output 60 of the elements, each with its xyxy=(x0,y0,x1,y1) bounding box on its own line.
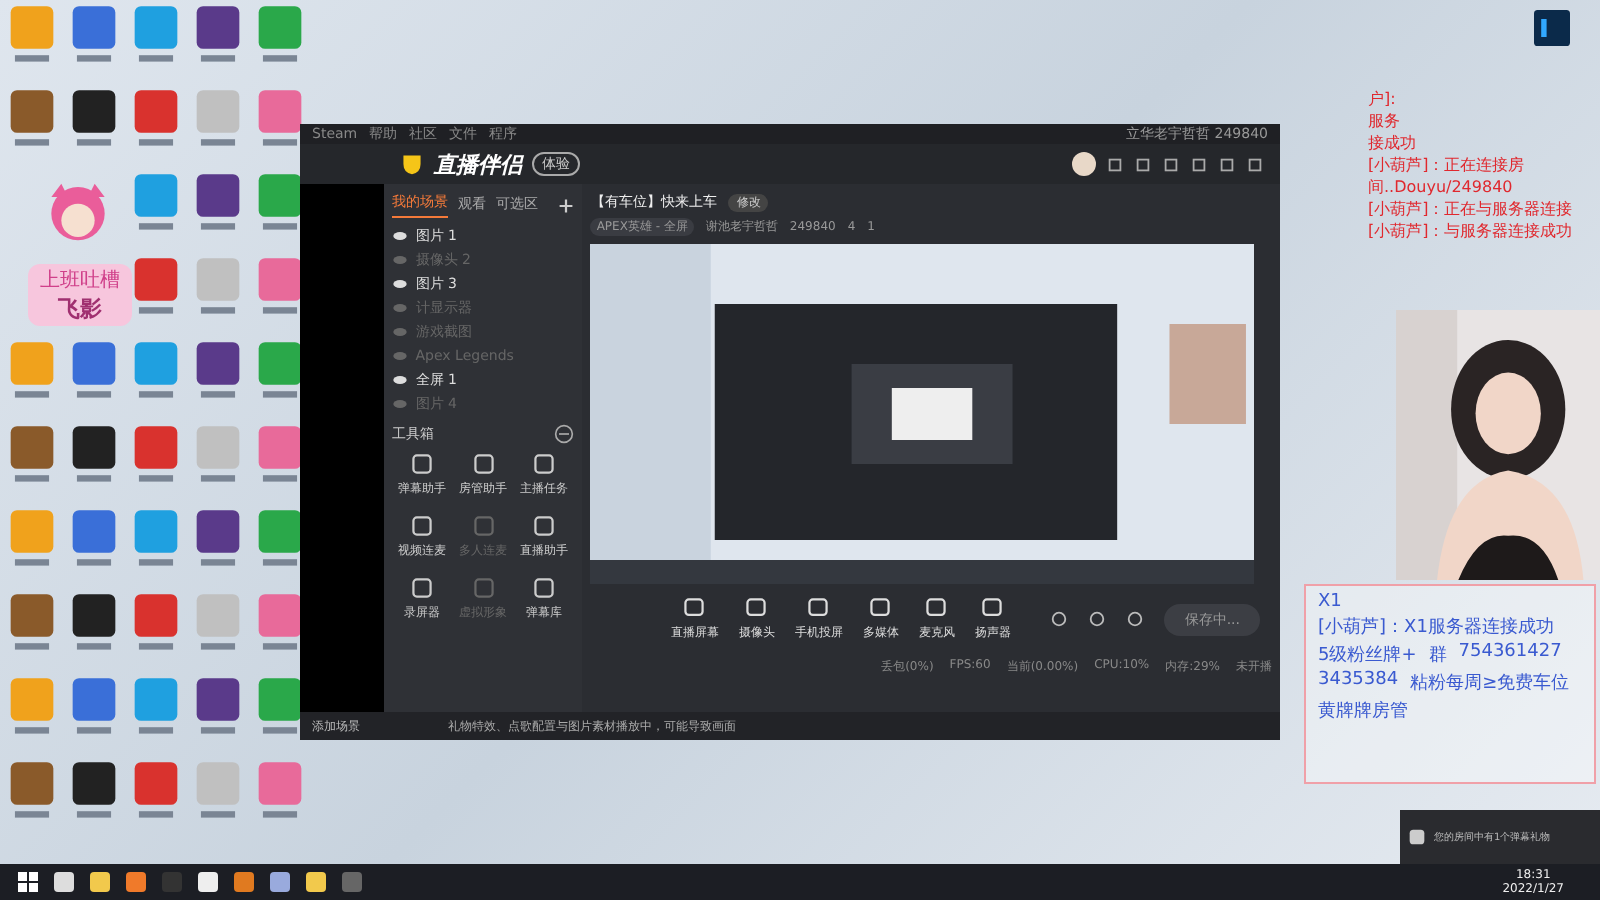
collapse-icon[interactable] xyxy=(554,424,575,444)
promo-text: X1 xyxy=(1318,592,1342,612)
chat-message: [小葫芦]：正在连接房间..Douyu/249840 xyxy=(1368,154,1527,198)
desktop-app-icon[interactable] xyxy=(192,508,244,572)
chat-message: [小葫芦]：正在与服务器连接 xyxy=(1368,198,1575,220)
screen-icon xyxy=(980,596,1005,620)
promo-text: 754361427 xyxy=(1458,642,1562,666)
tool-icon xyxy=(410,452,435,476)
shield-logo-icon xyxy=(400,152,424,176)
desktop-app-icon[interactable] xyxy=(254,340,306,404)
chat-message: 服务 xyxy=(1368,110,1402,132)
screen-icon xyxy=(868,596,893,620)
chat-message: 接成功 xyxy=(1368,132,1418,154)
promo-text: 3435384 xyxy=(1318,670,1399,694)
desktop-app-icon[interactable] xyxy=(68,424,120,488)
desktop-app-icon[interactable] xyxy=(254,88,306,152)
desktop-app-icon[interactable] xyxy=(254,508,306,572)
screen-icon xyxy=(806,596,831,620)
taskbar-app-icon[interactable] xyxy=(304,870,328,894)
tool-icon xyxy=(532,452,557,476)
desktop-app-icon[interactable] xyxy=(68,760,120,824)
promo-text: 群 xyxy=(1428,643,1447,668)
desktop-app-icon[interactable] xyxy=(68,592,120,656)
promo-text: [小葫芦]：X1服务器连接成功 xyxy=(1318,615,1554,640)
desktop-app-icon[interactable] xyxy=(254,424,306,488)
screen-icon xyxy=(744,596,769,620)
taskbar-app-icon[interactable] xyxy=(88,870,112,894)
promo-text: 黄牌牌房管 xyxy=(1318,699,1408,724)
tool-icon xyxy=(410,514,435,538)
promo-text: 5级粉丝牌+ xyxy=(1318,643,1417,668)
desktop-app-icon[interactable] xyxy=(254,592,306,656)
sticker-caption: 上班吐槽 xyxy=(40,267,120,294)
tool-icon xyxy=(532,576,557,600)
desktop-app-icon[interactable] xyxy=(254,172,306,236)
chat-message: [小葫芦]：与服务器连接成功 xyxy=(1368,220,1575,242)
screen-icon xyxy=(924,596,949,620)
avatar-icon[interactable] xyxy=(1072,152,1096,176)
windows-start-icon[interactable] xyxy=(16,870,40,894)
app-name: 直播伴侣 xyxy=(434,149,522,179)
desktop-app-icon[interactable] xyxy=(192,172,244,236)
desktop-app-icon[interactable] xyxy=(254,676,306,740)
desktop-app-icon[interactable] xyxy=(254,256,306,320)
add-icon[interactable] xyxy=(558,197,575,213)
desktop-app-icon[interactable] xyxy=(68,88,120,152)
taskbar-app-icon[interactable] xyxy=(52,870,76,894)
desktop-app-icon[interactable] xyxy=(192,676,244,740)
tool-icon xyxy=(471,514,496,538)
tool-icon xyxy=(410,576,435,600)
desktop-app-icon[interactable] xyxy=(192,4,244,68)
desktop-app-icon[interactable] xyxy=(192,340,244,404)
tool-icon xyxy=(471,576,496,600)
tool-icon xyxy=(471,452,496,476)
taskbar-app-icon[interactable] xyxy=(268,870,292,894)
taskbar-app-icon[interactable] xyxy=(196,870,220,894)
promo-text: 粘粉每周≥免费车位 xyxy=(1410,671,1570,696)
chat-message: 户]: xyxy=(1368,88,1398,110)
taskbar-app-icon[interactable] xyxy=(124,870,148,894)
sticker-name: 飞影 xyxy=(58,294,102,324)
screen-icon xyxy=(682,596,707,620)
tool-icon xyxy=(532,514,557,538)
